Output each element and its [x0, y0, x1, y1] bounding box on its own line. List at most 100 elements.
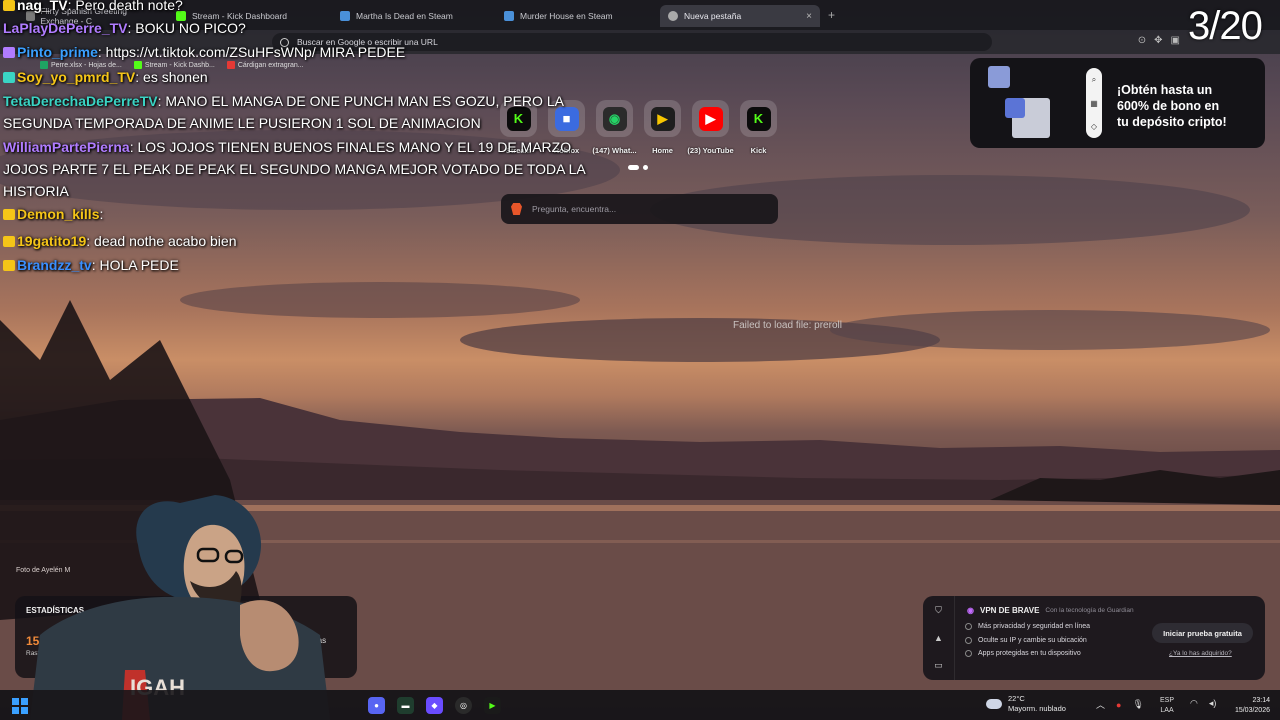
chat-text: : https://vt.tiktok.com/ZSuHFsWNp/ MIRA …: [97, 44, 406, 60]
search-icon[interactable]: ⌕: [1092, 75, 1096, 85]
system-clock[interactable]: 23:14 15/03/2026: [1225, 696, 1270, 716]
chat-message: WilliamPartePierna: LOS JOJOS TIENEN BUE…: [3, 136, 593, 202]
terminal-icon[interactable]: ▬: [397, 697, 414, 714]
site-favicon-icon: ▶: [650, 106, 675, 131]
chat-message: 19gatito19: dead nothe acabo bien: [3, 230, 593, 252]
system-tray: ︿ ● 🎙: [1096, 698, 1144, 711]
clock-time: 23:14: [1252, 697, 1270, 704]
chat-message: Brandzz_tv: HOLA PEDE: [3, 254, 593, 276]
chat-text: : HOLA PEDE: [91, 257, 179, 273]
lang-code: ESP: [1160, 697, 1175, 704]
taskbar-apps: ● ▬ ◆ ◎ ▶: [368, 697, 501, 714]
weather-temp: 22°C: [1008, 694, 1025, 703]
check-icon: [965, 650, 972, 657]
site-favicon-icon: ▶: [698, 106, 723, 131]
already-purchased-link[interactable]: ¿Ya lo has adquirido?: [1169, 650, 1232, 657]
wifi-icon[interactable]: ◠: [1190, 698, 1198, 709]
vpn-subtitle: Con la tecnología de Guardian: [1045, 607, 1134, 614]
card-icon[interactable]: ▭: [934, 660, 943, 671]
pagination-dots[interactable]: [628, 165, 648, 170]
vpn-feature: Oculte su IP y cambie su ubicación: [965, 637, 1087, 644]
speed-dial-label: Home: [652, 146, 673, 155]
chat-username[interactable]: TetaDerechaDePerreTV: [3, 93, 158, 109]
chat-username[interactable]: 19gatito19: [17, 233, 86, 249]
promo-line: ¡Obtén hasta un: [1117, 83, 1213, 97]
weather-widget[interactable]: 22°C Mayorm. nublado: [986, 694, 1066, 714]
promo-text: ¡Obtén hasta un 600% de bono en tu depós…: [1117, 82, 1227, 130]
promo-line: tu depósito cripto!: [1117, 115, 1227, 129]
shield-icon[interactable]: ⛉: [935, 605, 942, 616]
vpn-title-text: VPN DE BRAVE: [979, 606, 1040, 615]
chat-badge-icon: [3, 260, 15, 271]
chat-badge-icon: [3, 209, 15, 220]
obs-icon[interactable]: ◎: [455, 697, 472, 714]
chat-username[interactable]: Pinto_prime: [17, 44, 98, 60]
vpn-sidebar: ⛉ ▲ ▭: [923, 596, 955, 680]
chat-text: : es shonen: [135, 69, 208, 85]
vpn-feature-text: Más privacidad y seguridad en línea: [978, 623, 1091, 630]
tag-icon[interactable]: ◇: [1091, 122, 1097, 131]
puzzle-icon[interactable]: ✥: [1154, 35, 1162, 46]
input-language[interactable]: ESP LAA: [1160, 696, 1174, 716]
gift-icon[interactable]: ▦: [1090, 99, 1098, 108]
speed-dial-label: (147) What...: [592, 146, 637, 155]
cloud-icon: [986, 699, 1002, 709]
chat-username[interactable]: LaPlayDePerre_TV: [3, 20, 128, 36]
chat-message: Soy_yo_pmrd_TV: es shonen: [3, 66, 593, 88]
vpn-feature: Apps protegidas en tu dispositivo: [965, 650, 1081, 657]
streamlabs-icon[interactable]: ▶: [484, 697, 501, 714]
speed-dial-item[interactable]: ◉ (147) What...: [592, 100, 637, 155]
chat-username[interactable]: nag_TV: [17, 0, 68, 13]
speed-dial-item[interactable]: K Kick: [740, 100, 777, 155]
speed-dial-tile[interactable]: ▶: [644, 100, 681, 137]
new-tab-button[interactable]: +: [828, 8, 835, 22]
volume-icon[interactable]: ◂): [1209, 698, 1217, 709]
speed-dial-tile[interactable]: ◉: [596, 100, 633, 137]
chevron-up-icon[interactable]: ︿: [1096, 698, 1105, 711]
gift-box-icon: [1005, 98, 1025, 118]
speed-dial-label: (23) YouTube: [687, 146, 734, 155]
microphone-icon[interactable]: 🎙: [1132, 699, 1143, 710]
warning-icon[interactable]: ▲: [934, 633, 943, 643]
reader-icon[interactable]: ⊙: [1138, 35, 1146, 46]
chat-badge-icon: [3, 72, 15, 83]
chat-badge-icon: [3, 47, 15, 58]
app-diamond-icon[interactable]: ◆: [426, 697, 443, 714]
clock-date: 15/03/2026: [1234, 707, 1270, 714]
promo-line: 600% de bono en: [1117, 99, 1220, 113]
vpn-feature: Más privacidad y seguridad en línea: [965, 623, 1090, 630]
check-icon: [965, 623, 972, 630]
speed-dial-tile[interactable]: ▶: [692, 100, 729, 137]
chat-badge-icon: [3, 236, 15, 247]
start-free-trial-button[interactable]: Iniciar prueba gratuita: [1152, 623, 1253, 643]
tab-label: Nueva pestaña: [684, 11, 742, 21]
vpn-icon: ◉: [967, 606, 974, 615]
vpn-feature-text: Apps protegidas en tu dispositivo: [978, 650, 1081, 657]
webcam-streamer: IGAH: [30, 485, 350, 720]
chat-message: nag_TV: Pero death note?: [3, 0, 593, 16]
system-icons: ◠ ◂): [1190, 698, 1216, 709]
chat-text: : dead nothe acabo bien: [86, 233, 237, 249]
chat-username[interactable]: Soy_yo_pmrd_TV: [17, 69, 135, 85]
chat-username[interactable]: WilliamPartePierna: [3, 139, 130, 155]
speed-dial-item[interactable]: ▶ Home: [644, 100, 681, 155]
crypto-promo-card[interactable]: ⌕ ▦ ◇ ¡Obtén hasta un 600% de bono en tu…: [970, 58, 1265, 148]
speed-dial-tile[interactable]: K: [740, 100, 777, 137]
discord-icon[interactable]: ●: [368, 697, 385, 714]
gift-box-icon: [988, 66, 1010, 88]
extension-icons: ⊙ ✥ ▣: [1138, 35, 1180, 46]
vpn-feature-text: Oculte su IP y cambie su ubicación: [978, 637, 1087, 644]
chat-username[interactable]: Demon_kills: [17, 206, 99, 222]
tab-nueva-pestana[interactable]: Nueva pestaña ×: [660, 5, 820, 27]
windows-start-icon[interactable]: [12, 698, 28, 714]
promo-sidebar: ⌕ ▦ ◇: [1086, 68, 1102, 138]
wallet-icon[interactable]: ▣: [1171, 35, 1180, 46]
speed-dial-item[interactable]: ▶ (23) YouTube: [687, 100, 734, 155]
failed-load-message: Failed to load file: preroll: [733, 320, 842, 331]
check-icon: [965, 637, 972, 644]
weather-desc: Mayorm. nublado: [1008, 704, 1066, 713]
network-app-icon[interactable]: ●: [1116, 700, 1121, 710]
chat-username[interactable]: Brandzz_tv: [17, 257, 92, 273]
close-tab-icon[interactable]: ×: [806, 11, 812, 22]
vpn-title: ◉ VPN DE BRAVE Con la tecnología de Guar…: [967, 606, 1134, 615]
